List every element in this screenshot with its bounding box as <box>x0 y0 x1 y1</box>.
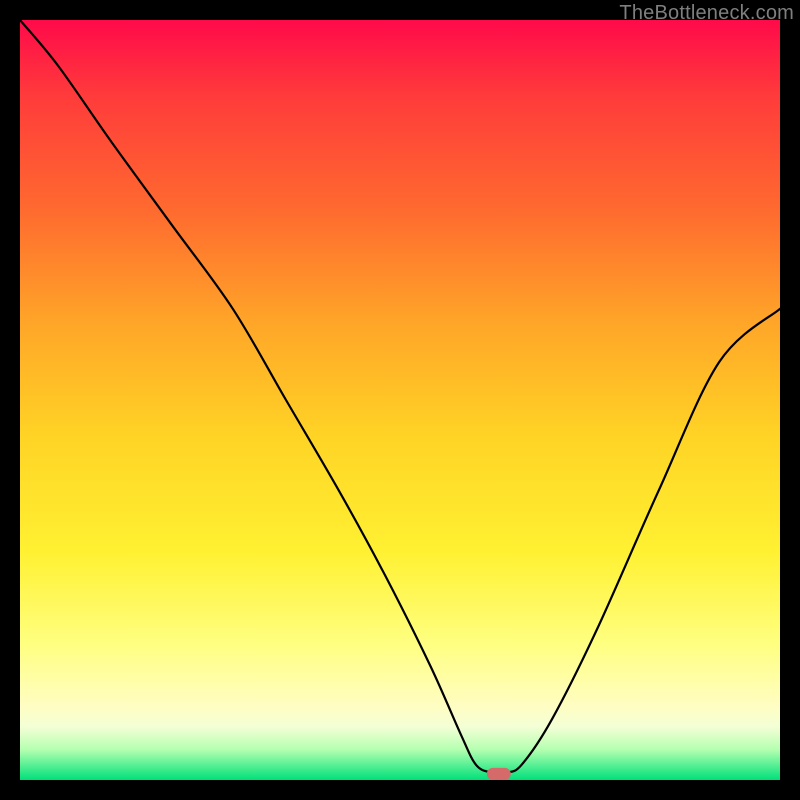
chart-frame: TheBottleneck.com <box>0 0 800 800</box>
optimum-marker <box>487 768 511 780</box>
bottleneck-curve <box>20 20 780 773</box>
plot-area <box>20 20 780 780</box>
curve-svg <box>20 20 780 780</box>
watermark-text: TheBottleneck.com <box>619 2 794 25</box>
